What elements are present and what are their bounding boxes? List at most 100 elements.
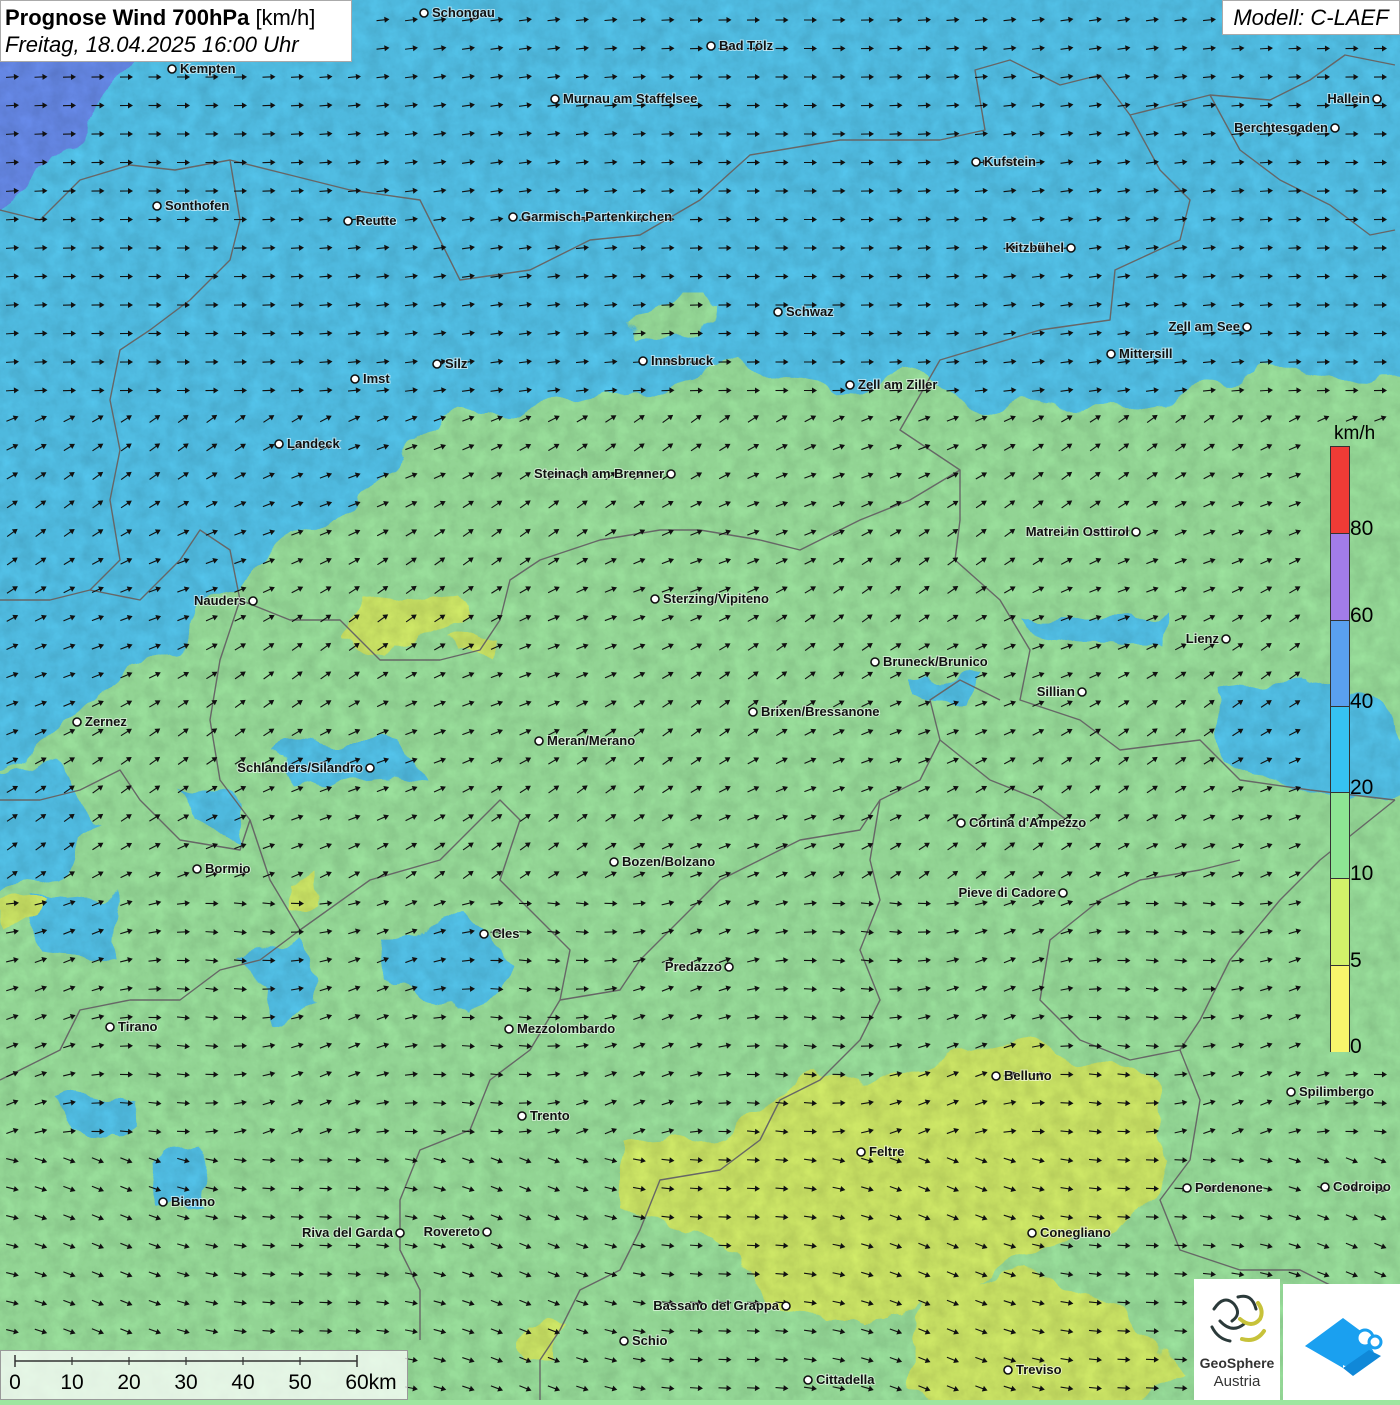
city-label: Sterzing/Vipiteno	[663, 591, 769, 606]
city-label: Bruneck/Brunico	[883, 654, 988, 669]
city-dot	[871, 658, 879, 666]
city-label: Trento	[530, 1108, 570, 1123]
city-dot	[1107, 350, 1115, 358]
city-label: Cortina d'Ampezzo	[969, 815, 1086, 830]
city-dot	[168, 65, 176, 73]
legend-tick-label: 20	[1350, 776, 1373, 800]
city-dot	[1132, 528, 1140, 536]
legend-segment	[1331, 620, 1349, 707]
city-dot	[1321, 1183, 1329, 1191]
city-label: Schwaz	[786, 304, 834, 319]
city-dot	[1004, 1366, 1012, 1374]
city-dot	[535, 737, 543, 745]
city-dot	[1287, 1088, 1295, 1096]
legend-segment	[1331, 878, 1349, 965]
city-marker: Riva del Garda	[302, 1225, 404, 1240]
city-dot	[707, 42, 715, 50]
city-label: Nauders	[194, 593, 246, 608]
city-label: Zernez	[85, 714, 127, 729]
city-label: Schlanders/Silandro	[237, 760, 363, 775]
city-marker: Bruneck/Brunico	[871, 654, 988, 669]
city-dot	[846, 381, 854, 389]
city-dot	[509, 213, 517, 221]
city-marker: Innsbruck	[639, 353, 714, 368]
city-dot	[518, 1112, 526, 1120]
map-title-main: Prognose Wind 700hPa	[5, 5, 249, 30]
legend-tick-label: 10	[1350, 862, 1373, 886]
city-label: Belluno	[1004, 1068, 1052, 1083]
city-dot	[774, 308, 782, 316]
city-dot	[1373, 95, 1381, 103]
city-marker: Mezzolombardo	[505, 1021, 615, 1036]
city-label: Landeck	[287, 436, 341, 451]
city-dot	[972, 158, 980, 166]
city-marker: Schongau	[420, 5, 495, 20]
city-marker: Conegliano	[1028, 1225, 1111, 1240]
city-label: Kempten	[180, 61, 236, 76]
legend-segment	[1331, 792, 1349, 879]
city-dot	[275, 440, 283, 448]
city-marker: Meran/Merano	[535, 733, 635, 748]
scale-label: 40	[231, 1371, 254, 1395]
city-dot	[992, 1072, 1000, 1080]
city-label: Predazzo	[665, 959, 722, 974]
city-dot	[639, 357, 647, 365]
cloud-arrow-icon	[1283, 1284, 1400, 1400]
city-label: Pordenone	[1195, 1180, 1263, 1195]
city-marker: Zell am See	[1168, 319, 1251, 334]
city-dot	[480, 930, 488, 938]
city-dot	[782, 1302, 790, 1310]
legend-tick-label: 0	[1350, 1035, 1362, 1059]
city-dot	[351, 375, 359, 383]
city-marker: Steinach am Brenner	[534, 466, 675, 481]
forecast-datetime: Freitag, 18.04.2025 16:00 Uhr	[5, 32, 347, 58]
city-dot	[1067, 244, 1075, 252]
city-label: Schio	[632, 1333, 667, 1348]
city-marker: Brixen/Bressanone	[749, 704, 880, 719]
legend-segment	[1331, 533, 1349, 620]
city-dot	[366, 764, 374, 772]
city-label: Lienz	[1186, 631, 1220, 646]
city-label: Reutte	[356, 213, 396, 228]
legend-unit: km/h	[1334, 423, 1375, 445]
city-dot	[153, 202, 161, 210]
city-dot	[396, 1229, 404, 1237]
city-label: Hallein	[1327, 91, 1370, 106]
city-dot	[1222, 635, 1230, 643]
city-dot	[551, 95, 559, 103]
city-marker: Sterzing/Vipiteno	[651, 591, 769, 606]
city-label: Imst	[363, 371, 390, 386]
legend-segment	[1331, 706, 1349, 793]
model-label: Modell: C-LAEF	[1222, 0, 1400, 35]
geosphere-logo-country: Austria	[1194, 1373, 1280, 1390]
city-label: Tirano	[118, 1019, 158, 1034]
city-dot	[433, 360, 441, 368]
scale-label: 20	[117, 1371, 140, 1395]
city-dot	[610, 858, 618, 866]
city-label: Garmisch-Partenkirchen	[521, 209, 672, 224]
legend-segment	[1331, 965, 1349, 1052]
city-dot	[804, 1376, 812, 1384]
city-label: Bormio	[205, 861, 251, 876]
city-marker: Bassano del Grappa	[653, 1298, 790, 1313]
geosphere-swirl-icon	[1194, 1279, 1280, 1355]
scale-label: 50	[288, 1371, 311, 1395]
scale-bar: 0 10 20 30 40 50 60km	[0, 1350, 408, 1400]
city-label: Sillian	[1037, 684, 1075, 699]
geosphere-logo-name: GeoSphere	[1194, 1355, 1280, 1371]
scale-label: 60km	[345, 1371, 396, 1395]
app-logo[interactable]	[1283, 1284, 1400, 1400]
city-label: Bozen/Bolzano	[622, 854, 715, 869]
city-marker: Schlanders/Silandro	[237, 760, 374, 775]
city-dot	[420, 9, 428, 17]
legend-tick-label: 40	[1350, 690, 1373, 714]
geosphere-logo[interactable]: GeoSphere Austria	[1194, 1279, 1280, 1400]
city-dot	[1243, 323, 1251, 331]
city-label: Bassano del Grappa	[653, 1298, 779, 1313]
city-dot	[1331, 124, 1339, 132]
city-dot	[857, 1148, 865, 1156]
city-label: Cles	[492, 926, 519, 941]
city-label: Bad Tölz	[719, 38, 774, 53]
city-dot	[106, 1023, 114, 1031]
city-dot	[483, 1228, 491, 1236]
